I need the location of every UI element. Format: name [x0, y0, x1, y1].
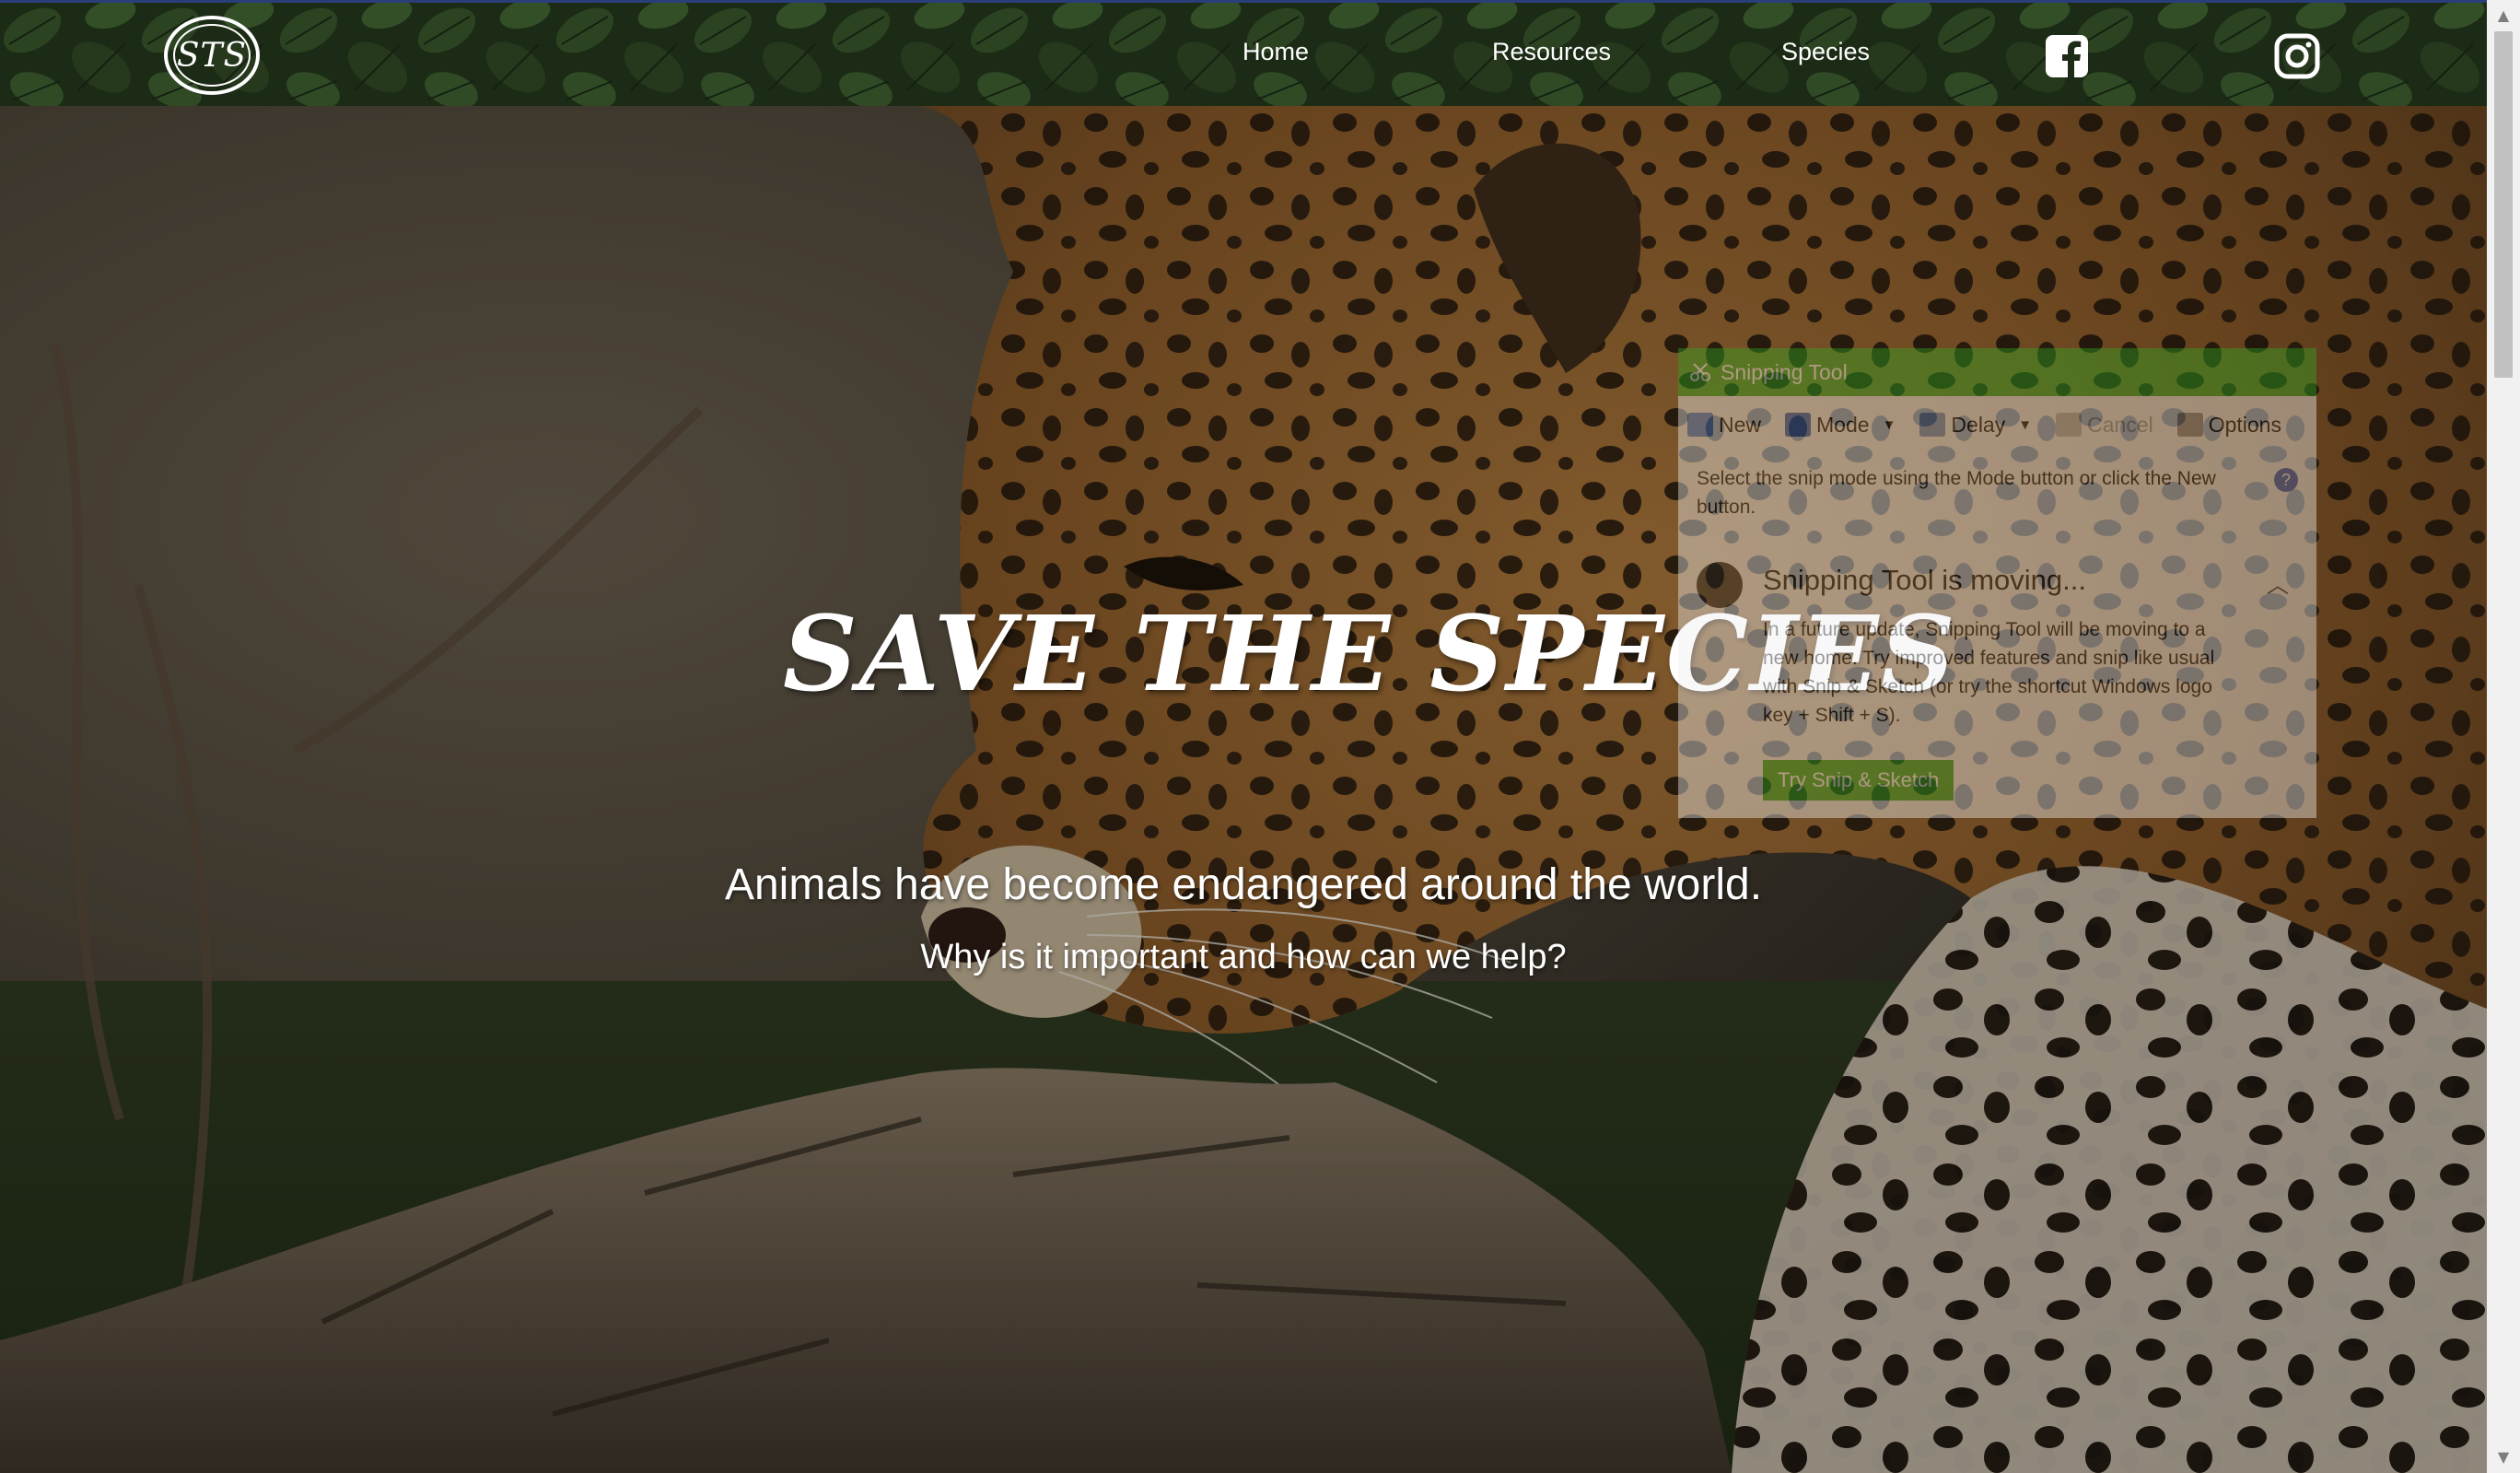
- moving-banner-title: Snipping Tool is moving...: [1763, 564, 2086, 596]
- gear-icon: [2176, 413, 2203, 437]
- hero-question: Why is it important and how can we help?: [920, 938, 1567, 976]
- scrollbar-thumb[interactable]: [2494, 31, 2513, 378]
- snipping-tool-title: Snipping Tool: [1721, 359, 1848, 384]
- moving-banner-text: In a future update, Snipping Tool will b…: [1763, 619, 2215, 726]
- new-snip-icon: [1687, 413, 1713, 437]
- delay-button[interactable]: Delay ▼: [1919, 413, 2032, 438]
- cancel-label: Cancel: [2087, 412, 2153, 437]
- options-label: Options: [2208, 412, 2281, 437]
- top-navbar: STS Home Resources Species: [0, 0, 2487, 106]
- nav-link-species[interactable]: Species: [1781, 38, 1870, 66]
- new-snip-button[interactable]: New: [1687, 413, 1761, 438]
- chevron-up-icon[interactable]: ︿: [2267, 567, 2289, 599]
- delay-label: Delay: [1951, 412, 2006, 437]
- sts-logo[interactable]: STS: [164, 16, 260, 95]
- scroll-up-arrow-icon[interactable]: ▲: [2487, 2, 2520, 29]
- scroll-down-arrow-icon[interactable]: ▼: [2487, 1444, 2520, 1471]
- cancel-x-icon: [2056, 413, 2082, 437]
- mode-label: Mode: [1816, 412, 1870, 437]
- chevron-down-icon: ▼: [1882, 416, 1896, 433]
- snipping-tool-window[interactable]: Snipping Tool New Mode ▼ Delay ▼ Cancel …: [1678, 348, 2316, 818]
- page: STS Home Resources Species SAVE THE SPEC…: [0, 0, 2520, 1473]
- options-button[interactable]: Options: [2176, 412, 2281, 438]
- cancel-button[interactable]: Cancel: [2056, 413, 2153, 438]
- facebook-icon[interactable]: [2043, 32, 2091, 80]
- chevron-down-icon: ▼: [2018, 416, 2033, 433]
- new-snip-label: New: [1719, 412, 1762, 437]
- logo-text: STS: [176, 36, 248, 75]
- vertical-scrollbar[interactable]: ▲ ▼: [2487, 0, 2520, 1473]
- mode-icon: [1785, 413, 1812, 437]
- snipping-tool-toolbar: New Mode ▼ Delay ▼ Cancel Options: [1678, 396, 2316, 453]
- hero-subtitle: Animals have become endangered around th…: [724, 860, 1763, 909]
- snipping-tool-body: New Mode ▼ Delay ▼ Cancel Options Select…: [1678, 396, 2316, 818]
- scissors-icon: [1690, 363, 1710, 381]
- try-snip-sketch-button[interactable]: Try Snip & Sketch: [1763, 760, 1954, 801]
- hero-title: SAVE THE SPECIES: [783, 594, 1957, 715]
- snip-mode-message: Select the snip mode using the Mode butt…: [1697, 468, 2216, 518]
- snip-sketch-icon: [1697, 562, 1743, 608]
- nav-link-home[interactable]: Home: [1242, 38, 1309, 66]
- mode-button[interactable]: Mode ▼: [1785, 413, 1896, 438]
- clock-icon: [1919, 413, 1946, 437]
- snipping-tool-titlebar[interactable]: Snipping Tool: [1678, 348, 2316, 396]
- help-icon[interactable]: ?: [2274, 468, 2298, 492]
- instagram-icon[interactable]: [2273, 32, 2321, 80]
- nav-link-resources[interactable]: Resources: [1492, 38, 1611, 66]
